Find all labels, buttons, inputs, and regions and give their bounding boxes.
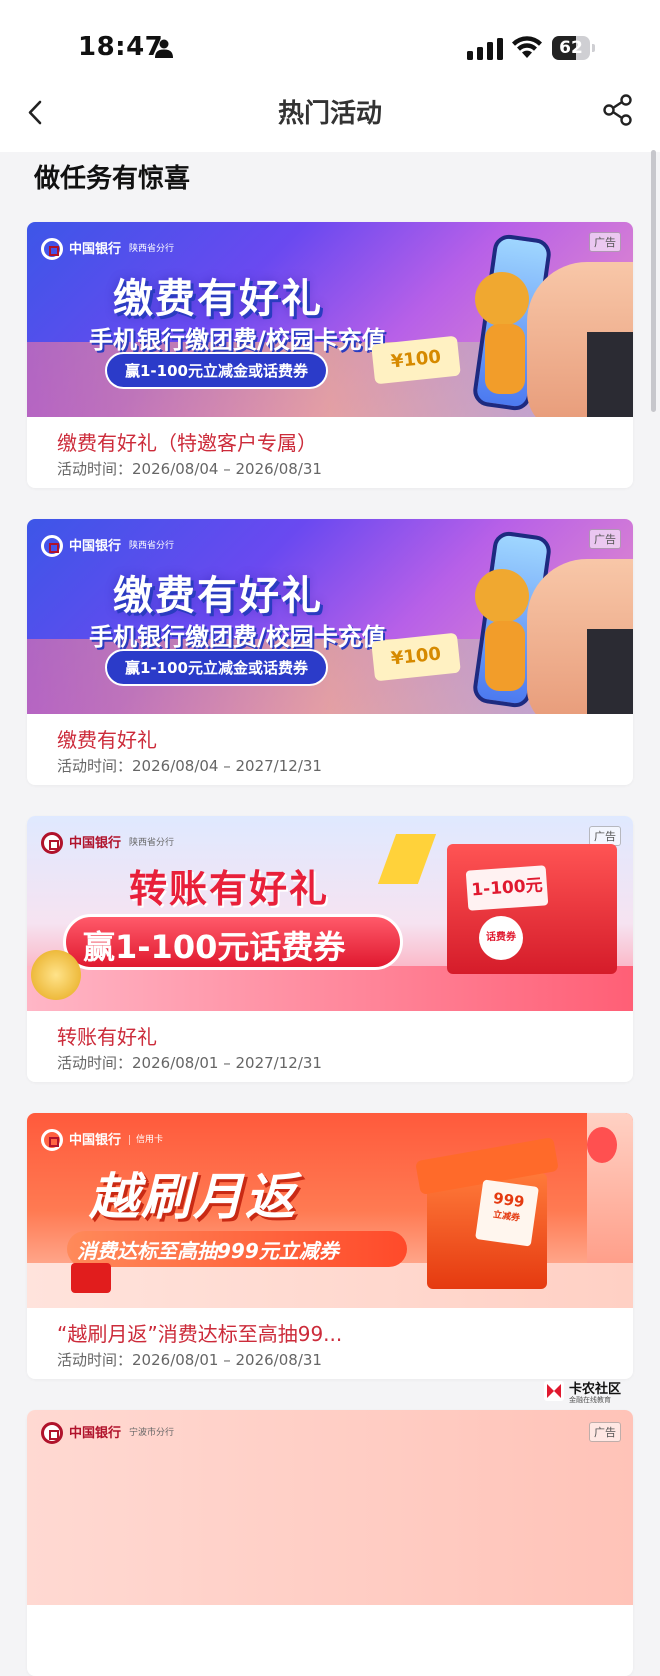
activity-date: 活动时间：2026/08/01 – 2026/08/31 [57, 1351, 322, 1369]
activity-title: 转账有好礼 [57, 1025, 157, 1049]
share-button[interactable] [600, 92, 636, 128]
battery-indicator: 62 [552, 36, 596, 60]
activity-date: 活动时间：2026/08/01 – 2027/12/31 [57, 1054, 322, 1072]
activity-card[interactable]: 中国银行 陕西省分行 广告 缴费有好礼 手机银行缴团费/校园卡充值 赢1-100… [27, 222, 633, 488]
banner-pill: 赢1-100元立减金或话费券 [105, 352, 328, 389]
scrollbar[interactable] [651, 150, 656, 412]
activity-date: 活动时间：2026/08/04 – 2027/12/31 [57, 757, 322, 775]
ad-tag: 广告 [589, 1422, 621, 1442]
activity-banner[interactable]: 中国银行 陕西省分行 广告 缴费有好礼 手机银行缴团费/校园卡充值 赢1-100… [27, 222, 633, 417]
banner-subline: 手机银行缴团费/校园卡充值 [89, 623, 386, 651]
battery-percent: 62 [559, 38, 583, 58]
back-button[interactable] [18, 96, 58, 136]
activity-banner[interactable]: 中国银行 信用卡 广告 越刷月返 消费达标至高抽999元立减券 999 立减券 [27, 1113, 633, 1308]
status-bar: 18:47 62 [0, 0, 660, 96]
activity-title: “越刷月返”消费达标至高抽99... [57, 1322, 343, 1346]
banner-headline: 缴费有好礼 [113, 573, 323, 619]
activity-title: 缴费有好礼 [57, 728, 157, 752]
watermark-logo-icon [544, 1381, 564, 1401]
wifi-icon [512, 36, 542, 58]
banner-coupon-tag: 话费券 [479, 916, 523, 960]
activity-card[interactable]: 中国银行 陕西省分行 广告 缴费有好礼 手机银行缴团费/校园卡充值 赢1-100… [27, 519, 633, 785]
bank-logo: 中国银行 信用卡 [41, 1127, 163, 1153]
watermark-slogan: 金融在线教育 [569, 1396, 611, 1404]
bank-logo: 中国银行 陕西省分行 [41, 830, 174, 856]
activity-card[interactable]: 中国银行 陕西省分行 广告 转账有好礼 赢1-100元话费券 1-100元 话费… [27, 816, 633, 1082]
banner-pill: 赢1-100元立减金或话费券 [105, 649, 328, 686]
watermark: 卡农社区 金融在线教育 [543, 1378, 627, 1406]
activity-title: 缴费有好礼（特邀客户专属） [57, 431, 317, 455]
banner-headline: 缴费有好礼 [113, 276, 323, 322]
banner-coupon: 1-100元 [465, 865, 549, 911]
activity-date: 活动时间：2026/08/04 – 2026/08/31 [57, 460, 322, 478]
banner-subline: 消费达标至高抽999元立减券 [77, 1239, 339, 1263]
bank-logo: 中国银行 陕西省分行 [41, 236, 174, 262]
ad-tag: 广告 [589, 232, 621, 252]
nav-bar: 热门活动 [0, 94, 660, 152]
banner-subline: 赢1-100元话费券 [83, 928, 346, 966]
activity-card[interactable]: 中国银行 宁波市分行 广告 [27, 1410, 633, 1676]
cellular-signal-icon [467, 38, 503, 60]
banner-subline: 手机银行缴团费/校园卡充值 [89, 326, 386, 354]
page-title: 热门活动 [277, 99, 382, 129]
banner-headline: 转账有好礼 [129, 867, 330, 911]
ad-tag: 广告 [589, 826, 621, 846]
activity-banner[interactable]: 中国银行 陕西省分行 广告 缴费有好礼 手机银行缴团费/校园卡充值 赢1-100… [27, 519, 633, 714]
bank-logo: 中国银行 陕西省分行 [41, 533, 174, 559]
banner-headline: 越刷月返 [89, 1168, 297, 1226]
activity-banner[interactable]: 中国银行 陕西省分行 广告 转账有好礼 赢1-100元话费券 1-100元 话费… [27, 816, 633, 1011]
ad-tag: 广告 [589, 529, 621, 549]
bank-logo: 中国银行 宁波市分行 [41, 1420, 174, 1446]
section-title: 做任务有惊喜 [34, 164, 191, 194]
status-time: 18:47 [78, 32, 164, 62]
activity-banner[interactable]: 中国银行 宁波市分行 广告 [27, 1410, 633, 1605]
activity-card[interactable]: 中国银行 信用卡 广告 越刷月返 消费达标至高抽999元立减券 999 立减券 … [27, 1113, 633, 1379]
person-icon [155, 39, 173, 58]
